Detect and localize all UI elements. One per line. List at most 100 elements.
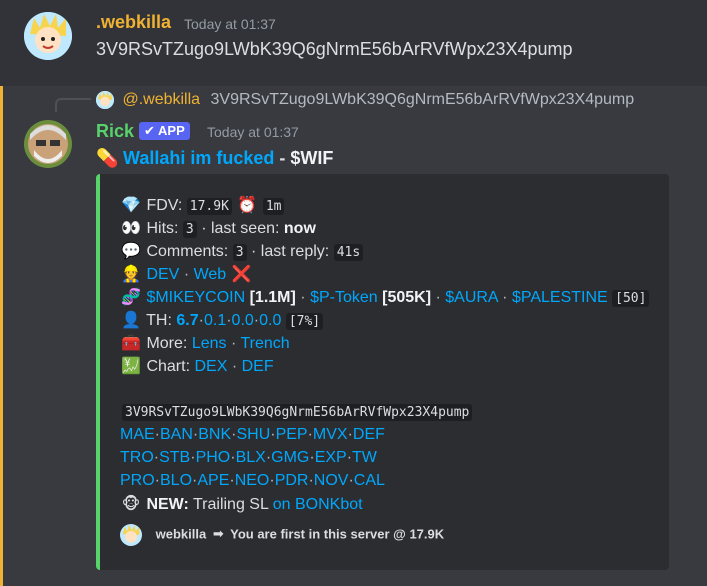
fdv-row: 💎 FDV: 17.9K ⏰ 1m xyxy=(120,194,285,216)
avatar-rick[interactable] xyxy=(24,120,72,168)
trade-link-blo[interactable]: BLO xyxy=(160,472,192,489)
avatar-webkilla[interactable] xyxy=(24,12,72,60)
monkey-icon: 🐵 xyxy=(121,494,141,513)
token-ticker: $WIF xyxy=(290,148,334,168)
message-content: 3V9RSvTZugo9LWbK39Q6gNrmE56bArRVfWpx23X4… xyxy=(96,39,573,59)
trade-link-pdr[interactable]: PDR xyxy=(275,472,309,489)
trade-link-blx[interactable]: BLX xyxy=(236,449,266,466)
reply-connector xyxy=(55,98,91,112)
message-timestamp: Today at 01:37 xyxy=(184,16,276,32)
trade-link-mae[interactable]: MAE xyxy=(120,426,155,443)
trade-links-row-1: MAE·BAN·BNK·SHU·PEP·MVX·DEF xyxy=(120,426,385,443)
bot-username[interactable]: Rick xyxy=(96,121,134,142)
dex-link[interactable]: DEX xyxy=(194,358,227,375)
token-name-link[interactable]: Wallahi im fucked xyxy=(123,148,274,168)
comments-label: Comments: xyxy=(146,243,229,260)
arrow-icon: ➡ xyxy=(212,526,224,542)
reply-content: 3V9RSvTZugo9LWbK39Q6gNrmE56bArRVfWpx23X4… xyxy=(210,91,635,109)
trade-link-exp[interactable]: EXP xyxy=(315,449,347,466)
web-link[interactable]: Web xyxy=(194,266,227,283)
trade-link-nov[interactable]: NOV xyxy=(314,472,349,489)
token-title: 💊 Wallahi im fucked - $WIF xyxy=(96,148,333,169)
age-value: 1m xyxy=(262,198,285,215)
hits-label: Hits: xyxy=(146,220,179,237)
hits-row: 👀 Hits: 3 · last seen: now xyxy=(120,217,316,239)
dna-icon: 🧬 xyxy=(121,287,141,306)
comments-value: 3 xyxy=(232,244,247,261)
yen-chart-icon: 💹 xyxy=(121,356,141,375)
bot-timestamp: Today at 01:37 xyxy=(207,124,299,140)
def-link[interactable]: DEF xyxy=(242,358,274,375)
lens-link[interactable]: Lens xyxy=(192,335,227,352)
dev-row: 👷 DEV · Web ❌ xyxy=(121,264,252,283)
hits-value: 3 xyxy=(182,221,197,238)
bonkbot-link[interactable]: on BONKbot xyxy=(273,496,363,513)
comments-row: 💬 Comments: 3 · last reply: 41s xyxy=(120,240,364,262)
th-value-2[interactable]: 0.1 xyxy=(204,312,226,329)
footer-avatar xyxy=(120,524,142,546)
trade-link-mvx[interactable]: MVX xyxy=(313,426,348,443)
related-mc-2: [505K] xyxy=(382,289,432,306)
fdv-value: 17.9K xyxy=(186,198,232,215)
contract-row: 3V9RSvTZugo9LWbK39Q6gNrmE56bArRVfWpx23X4… xyxy=(122,401,473,423)
reply-preview[interactable]: @.webkilla 3V9RSvTZugo9LWbK39Q6gNrmE56bA… xyxy=(96,91,634,111)
mention-bar xyxy=(0,86,3,586)
trade-link-tw[interactable]: TW xyxy=(352,449,377,466)
contract-address[interactable]: 3V9RSvTZugo9LWbK39Q6gNrmE56bArRVfWpx23X4… xyxy=(122,404,473,421)
related-link-2[interactable]: $P-Token xyxy=(310,289,378,306)
trade-link-bnk[interactable]: BNK xyxy=(198,426,231,443)
trade-link-ban[interactable]: BAN xyxy=(160,426,193,443)
related-link-1[interactable]: $MIKEYCOIN xyxy=(146,289,245,306)
title-separator: - xyxy=(274,148,291,168)
trade-link-pho[interactable]: PHO xyxy=(196,449,231,466)
cross-mark-icon: ❌ xyxy=(231,264,252,283)
last-reply-label: · last reply: xyxy=(250,243,330,260)
person-icon: 👷 xyxy=(121,264,141,283)
last-reply-value: 41s xyxy=(333,244,364,261)
trade-link-pro[interactable]: PRO xyxy=(120,472,155,489)
fdv-label: FDV: xyxy=(146,197,183,214)
trade-link-neo[interactable]: NEO xyxy=(235,472,270,489)
th-total: [7%] xyxy=(285,313,324,330)
username[interactable]: .webkilla xyxy=(96,12,171,33)
th-value-4[interactable]: 0.0 xyxy=(259,312,281,329)
trade-link-ape[interactable]: APE xyxy=(197,472,229,489)
app-badge: ✔ APP xyxy=(139,122,190,140)
th-value-1[interactable]: 6.7 xyxy=(176,312,198,329)
trade-link-shu[interactable]: SHU xyxy=(236,426,270,443)
new-label: NEW: xyxy=(146,496,189,513)
trade-link-stb[interactable]: STB xyxy=(159,449,190,466)
token-embed: 💎 FDV: 17.9K ⏰ 1m 👀 Hits: 3 · last seen:… xyxy=(96,174,669,570)
chart-label: Chart: xyxy=(146,358,191,375)
related-link-3[interactable]: $AURA xyxy=(445,289,497,306)
trade-link-tro[interactable]: TRO xyxy=(120,449,154,466)
related-count: [50] xyxy=(612,290,650,307)
last-seen-value: now xyxy=(283,220,316,237)
related-row: 🧬 $MIKEYCOIN [1.1M] · $P-Token [505K] · … xyxy=(120,286,650,308)
pill-icon: 💊 xyxy=(96,148,119,169)
trench-link[interactable]: Trench xyxy=(240,335,289,352)
th-row: 👤 TH: 6.7·0.1·0.0·0.0 [7%] xyxy=(120,309,324,331)
silhouette-icon: 👤 xyxy=(121,310,141,329)
reply-username[interactable]: @.webkilla xyxy=(122,91,200,108)
more-row: 🧰 More: Lens · Trench xyxy=(121,333,290,352)
last-seen-label: · last seen: xyxy=(201,220,280,237)
footer-text: You are first in this server @ 17.9K xyxy=(230,526,445,542)
toolbox-icon: 🧰 xyxy=(121,333,141,352)
trade-link-cal[interactable]: CAL xyxy=(354,472,385,489)
trade-link-def[interactable]: DEF xyxy=(353,426,385,443)
trade-link-gmg[interactable]: GMG xyxy=(271,449,309,466)
trade-links-row-3: PRO·BLO·APE·NEO·PDR·NOV·CAL xyxy=(120,472,385,489)
new-row: 🐵 NEW: Trailing SL on BONKbot xyxy=(120,493,363,515)
trade-link-pep[interactable]: PEP xyxy=(276,426,308,443)
reply-avatar xyxy=(96,91,114,109)
more-label: More: xyxy=(146,335,188,352)
gem-icon: 💎 xyxy=(121,195,141,214)
related-mc-1: [1.1M] xyxy=(249,289,296,306)
message-webkilla: .webkilla Today at 01:37 3V9RSvTZugo9LWb… xyxy=(0,0,707,86)
th-value-3[interactable]: 0.0 xyxy=(232,312,254,329)
related-link-4[interactable]: $PALESTINE xyxy=(512,289,608,306)
th-label: TH: xyxy=(146,312,172,329)
dev-link[interactable]: DEV xyxy=(146,266,179,283)
footer-username: webkilla xyxy=(155,526,207,542)
